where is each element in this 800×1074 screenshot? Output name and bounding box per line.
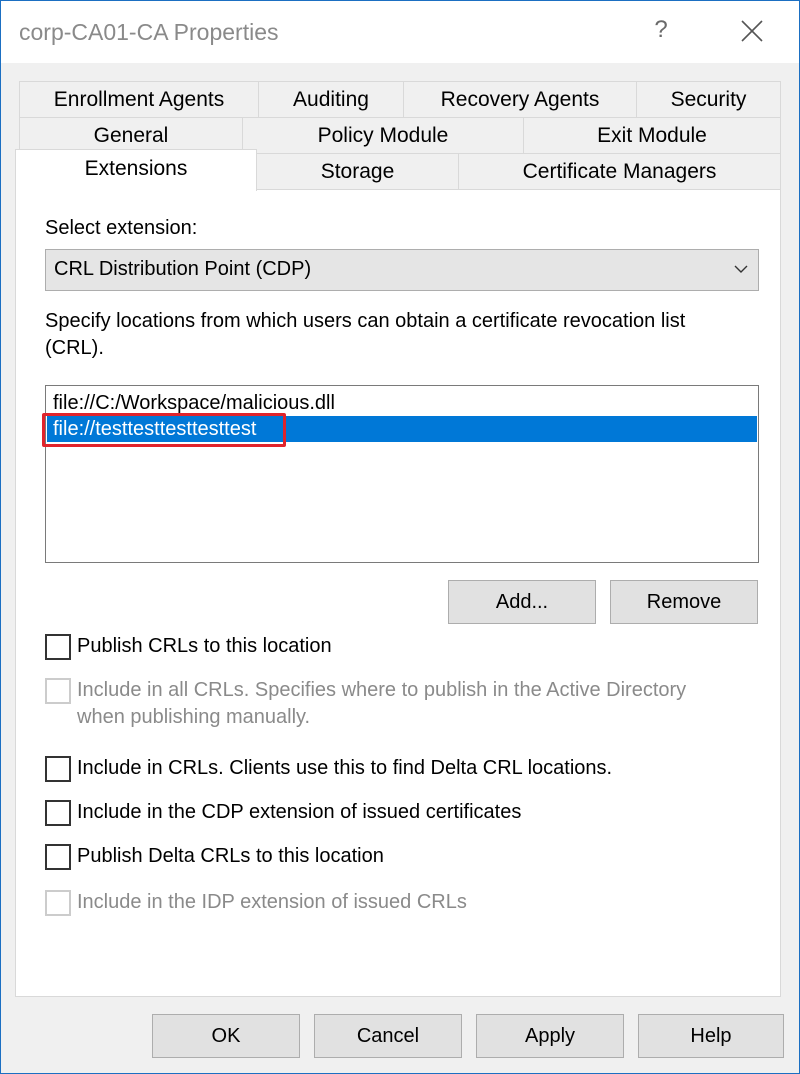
chevron-down-icon — [734, 265, 748, 273]
title-bar: corp-CA01-CA Properties ? — [1, 1, 799, 63]
locations-list[interactable]: file://C:/Workspace/malicious.dll file:/… — [45, 385, 759, 563]
add-button[interactable]: Add... — [448, 580, 596, 624]
publish-delta-crls-label: Publish Delta CRLs to this location — [77, 845, 384, 867]
tab-recovery-agents[interactable]: Recovery Agents — [403, 81, 637, 117]
help-button[interactable]: Help — [638, 1014, 784, 1058]
close-button[interactable] — [721, 1, 783, 63]
include-cdp-label: Include in the CDP extension of issued c… — [77, 801, 522, 823]
tab-auditing[interactable]: Auditing — [258, 81, 404, 117]
cancel-button[interactable]: Cancel — [314, 1014, 462, 1058]
ok-button[interactable]: OK — [152, 1014, 300, 1058]
include-all-crls-label-line2: when publishing manually. — [77, 706, 311, 728]
properties-dialog: corp-CA01-CA Properties ? Enrollment Age… — [0, 0, 800, 1074]
tab-general[interactable]: General — [19, 117, 243, 153]
tab-enrollment-agents[interactable]: Enrollment Agents — [19, 81, 259, 117]
tab-certificate-managers[interactable]: Certificate Managers — [458, 153, 781, 189]
publish-crls-label: Publish CRLs to this location — [77, 635, 332, 657]
window-title: corp-CA01-CA Properties — [19, 19, 279, 45]
tab-exit-module[interactable]: Exit Module — [523, 117, 781, 153]
extension-dropdown-value: CRL Distribution Point (CDP) — [54, 258, 312, 280]
publish-delta-crls-checkbox[interactable] — [45, 844, 71, 870]
publish-crls-checkbox[interactable] — [45, 634, 71, 660]
include-all-crls-label-line1: Include in all CRLs. Specifies where to … — [77, 679, 687, 701]
annotation-highlight — [42, 413, 286, 447]
include-in-crls-label: Include in CRLs. Clients use this to fin… — [77, 757, 613, 779]
include-in-crls-checkbox[interactable] — [45, 756, 71, 782]
tab-extensions[interactable]: Extensions — [15, 149, 257, 191]
extension-dropdown[interactable]: CRL Distribution Point (CDP) — [45, 249, 759, 291]
remove-button[interactable]: Remove — [610, 580, 758, 624]
tab-storage[interactable]: Storage — [256, 153, 459, 189]
include-idp-label: Include in the IDP extension of issued C… — [77, 891, 467, 913]
tab-policy-module[interactable]: Policy Module — [242, 117, 524, 153]
locations-description: Specify locations from which users can o… — [45, 310, 686, 359]
include-idp-checkbox — [45, 890, 71, 916]
select-extension-label: Select extension: — [45, 217, 198, 239]
apply-button[interactable]: Apply — [476, 1014, 624, 1058]
tab-security[interactable]: Security — [636, 81, 781, 117]
include-all-crls-checkbox — [45, 678, 71, 704]
include-cdp-checkbox[interactable] — [45, 800, 71, 826]
help-title-button[interactable]: ? — [631, 1, 691, 63]
close-icon — [741, 20, 763, 42]
